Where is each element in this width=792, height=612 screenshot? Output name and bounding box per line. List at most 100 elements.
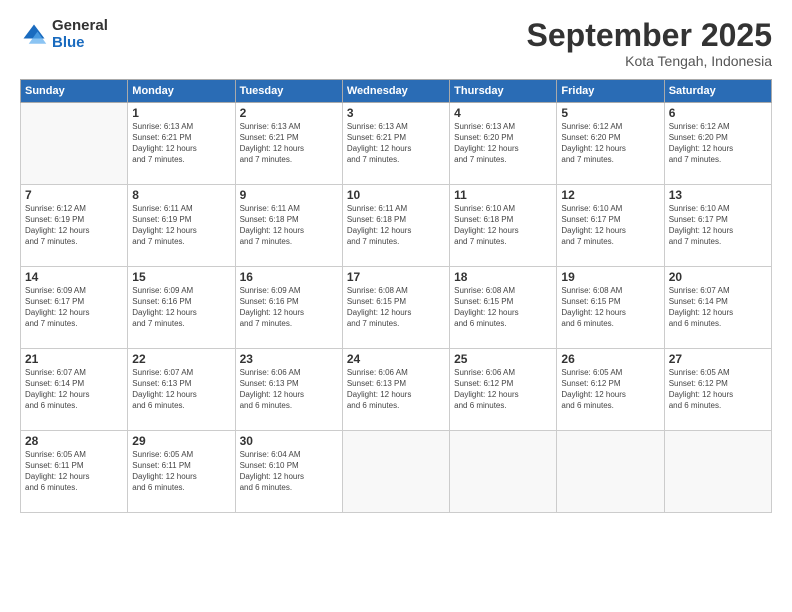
table-row: 18 Sunrise: 6:08 AM Sunset: 6:15 PM Dayli… bbox=[450, 267, 557, 349]
day-number: 29 bbox=[132, 434, 230, 448]
col-sunday: Sunday bbox=[21, 80, 128, 103]
calendar-title: September 2025 bbox=[527, 18, 772, 53]
logo: General Blue bbox=[20, 18, 108, 51]
table-row: 16 Sunrise: 6:09 AM Sunset: 6:16 PM Dayli… bbox=[235, 267, 342, 349]
table-row: 12 Sunrise: 6:10 AM Sunset: 6:17 PM Dayli… bbox=[557, 185, 664, 267]
table-row: 24Sunrise: 6:06 AM Sunset: 6:13 PM Dayli… bbox=[342, 349, 449, 431]
table-row: 22Sunrise: 6:07 AM Sunset: 6:13 PM Dayli… bbox=[128, 349, 235, 431]
table-row: 4Sunrise: 6:13 AM Sunset: 6:20 PM Daylig… bbox=[450, 103, 557, 185]
day-number: 11 bbox=[454, 188, 552, 202]
day-info: Sunrise: 6:09 AM Sunset: 6:17 PM Dayligh… bbox=[25, 286, 123, 329]
calendar-week-row: 1Sunrise: 6:13 AM Sunset: 6:21 PM Daylig… bbox=[21, 103, 772, 185]
calendar-header-row: Sunday Monday Tuesday Wednesday Thursday… bbox=[21, 80, 772, 103]
table-row: 19 Sunrise: 6:08 AM Sunset: 6:15 PM Dayli… bbox=[557, 267, 664, 349]
table-row bbox=[342, 431, 449, 513]
col-saturday: Saturday bbox=[664, 80, 771, 103]
table-row: 2Sunrise: 6:13 AM Sunset: 6:21 PM Daylig… bbox=[235, 103, 342, 185]
table-row: 8 Sunrise: 6:11 AM Sunset: 6:19 PM Daylig… bbox=[128, 185, 235, 267]
table-row: 13 Sunrise: 6:10 AM Sunset: 6:17 PM Dayli… bbox=[664, 185, 771, 267]
day-info: Sunrise: 6:13 AM Sunset: 6:21 PM Dayligh… bbox=[240, 122, 338, 165]
table-row: 14 Sunrise: 6:09 AM Sunset: 6:17 PM Dayli… bbox=[21, 267, 128, 349]
table-row: 30 Sunrise: 6:04 AM Sunset: 6:10 PM Dayli… bbox=[235, 431, 342, 513]
day-info: Sunrise: 6:09 AM Sunset: 6:16 PM Dayligh… bbox=[240, 286, 338, 329]
day-info: Sunrise: 6:10 AM Sunset: 6:17 PM Dayligh… bbox=[561, 204, 659, 247]
col-friday: Friday bbox=[557, 80, 664, 103]
day-number: 3 bbox=[347, 106, 445, 120]
day-info: Sunrise: 6:12 AM Sunset: 6:19 PM Dayligh… bbox=[25, 204, 123, 247]
table-row: 20 Sunrise: 6:07 AM Sunset: 6:14 PM Dayli… bbox=[664, 267, 771, 349]
logo-text: General Blue bbox=[52, 18, 108, 51]
col-monday: Monday bbox=[128, 80, 235, 103]
table-row: 15 Sunrise: 6:09 AM Sunset: 6:16 PM Dayli… bbox=[128, 267, 235, 349]
day-info: Sunrise: 6:08 AM Sunset: 6:15 PM Dayligh… bbox=[561, 286, 659, 329]
table-row: 11Sunrise: 6:10 AM Sunset: 6:18 PM Dayli… bbox=[450, 185, 557, 267]
calendar-week-row: 28 Sunrise: 6:05 AM Sunset: 6:11 PM Dayli… bbox=[21, 431, 772, 513]
day-info: Sunrise: 6:11 AM Sunset: 6:19 PM Dayligh… bbox=[132, 204, 230, 247]
day-info: Sunrise: 6:13 AM Sunset: 6:21 PM Dayligh… bbox=[347, 122, 445, 165]
table-row: 17Sunrise: 6:08 AM Sunset: 6:15 PM Dayli… bbox=[342, 267, 449, 349]
logo-blue-text: Blue bbox=[52, 35, 108, 52]
day-number: 10 bbox=[347, 188, 445, 202]
table-row: 1Sunrise: 6:13 AM Sunset: 6:21 PM Daylig… bbox=[128, 103, 235, 185]
day-number: 12 bbox=[561, 188, 659, 202]
day-info: Sunrise: 6:10 AM Sunset: 6:17 PM Dayligh… bbox=[669, 204, 767, 247]
day-number: 21 bbox=[25, 352, 123, 366]
day-number: 18 bbox=[454, 270, 552, 284]
calendar-subtitle: Kota Tengah, Indonesia bbox=[527, 53, 772, 69]
table-row: 27Sunrise: 6:05 AM Sunset: 6:12 PM Dayli… bbox=[664, 349, 771, 431]
table-row: 5 Sunrise: 6:12 AM Sunset: 6:20 PM Daylig… bbox=[557, 103, 664, 185]
day-number: 28 bbox=[25, 434, 123, 448]
day-info: Sunrise: 6:11 AM Sunset: 6:18 PM Dayligh… bbox=[347, 204, 445, 247]
day-info: Sunrise: 6:05 AM Sunset: 6:11 PM Dayligh… bbox=[132, 450, 230, 493]
day-info: Sunrise: 6:07 AM Sunset: 6:14 PM Dayligh… bbox=[25, 368, 123, 411]
day-info: Sunrise: 6:12 AM Sunset: 6:20 PM Dayligh… bbox=[669, 122, 767, 165]
day-number: 20 bbox=[669, 270, 767, 284]
table-row: 3 Sunrise: 6:13 AM Sunset: 6:21 PM Daylig… bbox=[342, 103, 449, 185]
day-info: Sunrise: 6:05 AM Sunset: 6:12 PM Dayligh… bbox=[669, 368, 767, 411]
table-row: 25 Sunrise: 6:06 AM Sunset: 6:12 PM Dayli… bbox=[450, 349, 557, 431]
page: General Blue September 2025 Kota Tengah,… bbox=[0, 0, 792, 612]
table-row: 7 Sunrise: 6:12 AM Sunset: 6:19 PM Daylig… bbox=[21, 185, 128, 267]
day-number: 23 bbox=[240, 352, 338, 366]
col-tuesday: Tuesday bbox=[235, 80, 342, 103]
day-number: 8 bbox=[132, 188, 230, 202]
day-info: Sunrise: 6:11 AM Sunset: 6:18 PM Dayligh… bbox=[240, 204, 338, 247]
day-info: Sunrise: 6:08 AM Sunset: 6:15 PM Dayligh… bbox=[454, 286, 552, 329]
table-row bbox=[664, 431, 771, 513]
calendar-week-row: 7 Sunrise: 6:12 AM Sunset: 6:19 PM Daylig… bbox=[21, 185, 772, 267]
day-info: Sunrise: 6:07 AM Sunset: 6:13 PM Dayligh… bbox=[132, 368, 230, 411]
day-info: Sunrise: 6:06 AM Sunset: 6:12 PM Dayligh… bbox=[454, 368, 552, 411]
table-row: 29 Sunrise: 6:05 AM Sunset: 6:11 PM Dayli… bbox=[128, 431, 235, 513]
day-number: 25 bbox=[454, 352, 552, 366]
calendar-table: Sunday Monday Tuesday Wednesday Thursday… bbox=[20, 79, 772, 513]
day-info: Sunrise: 6:04 AM Sunset: 6:10 PM Dayligh… bbox=[240, 450, 338, 493]
day-info: Sunrise: 6:09 AM Sunset: 6:16 PM Dayligh… bbox=[132, 286, 230, 329]
table-row: 9 Sunrise: 6:11 AM Sunset: 6:18 PM Daylig… bbox=[235, 185, 342, 267]
logo-icon bbox=[20, 21, 48, 49]
logo-general-text: General bbox=[52, 18, 108, 35]
day-number: 19 bbox=[561, 270, 659, 284]
table-row: 28Sunrise: 6:05 AM Sunset: 6:11 PM Dayli… bbox=[21, 431, 128, 513]
day-number: 15 bbox=[132, 270, 230, 284]
day-number: 26 bbox=[561, 352, 659, 366]
day-info: Sunrise: 6:08 AM Sunset: 6:15 PM Dayligh… bbox=[347, 286, 445, 329]
day-number: 7 bbox=[25, 188, 123, 202]
day-info: Sunrise: 6:13 AM Sunset: 6:20 PM Dayligh… bbox=[454, 122, 552, 165]
table-row bbox=[21, 103, 128, 185]
day-number: 14 bbox=[25, 270, 123, 284]
day-number: 16 bbox=[240, 270, 338, 284]
day-info: Sunrise: 6:05 AM Sunset: 6:12 PM Dayligh… bbox=[561, 368, 659, 411]
table-row: 21 Sunrise: 6:07 AM Sunset: 6:14 PM Dayli… bbox=[21, 349, 128, 431]
day-info: Sunrise: 6:12 AM Sunset: 6:20 PM Dayligh… bbox=[561, 122, 659, 165]
day-info: Sunrise: 6:06 AM Sunset: 6:13 PM Dayligh… bbox=[240, 368, 338, 411]
day-number: 24 bbox=[347, 352, 445, 366]
col-thursday: Thursday bbox=[450, 80, 557, 103]
header: General Blue September 2025 Kota Tengah,… bbox=[20, 18, 772, 69]
day-number: 5 bbox=[561, 106, 659, 120]
day-info: Sunrise: 6:13 AM Sunset: 6:21 PM Dayligh… bbox=[132, 122, 230, 165]
table-row: 23 Sunrise: 6:06 AM Sunset: 6:13 PM Dayli… bbox=[235, 349, 342, 431]
day-info: Sunrise: 6:07 AM Sunset: 6:14 PM Dayligh… bbox=[669, 286, 767, 329]
day-number: 9 bbox=[240, 188, 338, 202]
day-number: 30 bbox=[240, 434, 338, 448]
day-number: 13 bbox=[669, 188, 767, 202]
